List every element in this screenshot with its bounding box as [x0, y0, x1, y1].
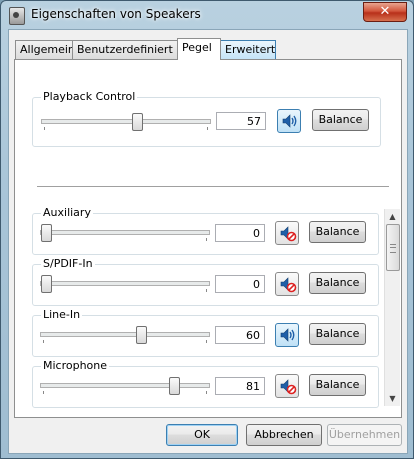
- scroll-thumb[interactable]: [386, 224, 400, 271]
- master-value[interactable]: 57: [216, 112, 266, 130]
- channel-mute-button[interactable]: [275, 221, 299, 245]
- title-bar[interactable]: Eigenschaften von Speakers ✕: [1, 1, 413, 29]
- channel-balance-button[interactable]: Balance: [309, 272, 366, 294]
- speaker-icon: [282, 114, 297, 128]
- channel-group: S/PDIF-In 0 Balance: [32, 257, 379, 306]
- master-slider[interactable]: [41, 113, 211, 131]
- channel-value[interactable]: 81: [215, 377, 265, 395]
- tab-allgemein[interactable]: Allgemein: [15, 40, 75, 59]
- channel-slider[interactable]: [40, 275, 210, 293]
- window-title: Eigenschaften von Speakers: [31, 7, 201, 21]
- channel-slider[interactable]: [40, 224, 210, 242]
- speaker-muted-icon: [280, 226, 297, 242]
- channel-group: Microphone 81 Balance: [32, 359, 379, 408]
- master-group: Playback Control 57 Balance: [32, 90, 381, 147]
- dialog-client: Allgemein Benutzerdefiniert Pegel Erweit…: [8, 29, 408, 454]
- channel-slider-thumb[interactable]: [41, 275, 52, 293]
- tab-pegel[interactable]: Pegel: [177, 38, 221, 60]
- channel-value[interactable]: 0: [215, 275, 265, 293]
- channel-value[interactable]: 0: [215, 224, 265, 242]
- ok-button[interactable]: OK: [166, 424, 238, 446]
- channel-label: Line-In: [41, 308, 83, 321]
- grip-icon: [390, 244, 396, 253]
- channel-mute-button[interactable]: [275, 323, 299, 347]
- close-button[interactable]: ✕: [363, 2, 407, 22]
- speaker-device-icon: [9, 7, 25, 25]
- apply-button[interactable]: Übernehmen: [327, 424, 402, 446]
- scroll-up-arrow-icon[interactable]: ▲: [385, 209, 400, 224]
- channel-slider[interactable]: [40, 377, 210, 395]
- speaker-muted-icon: [280, 379, 297, 395]
- channel-value[interactable]: 60: [215, 326, 265, 344]
- master-slider-thumb[interactable]: [132, 113, 144, 131]
- properties-window: Eigenschaften von Speakers ✕ Allgemein B…: [0, 0, 414, 459]
- channel-mute-button[interactable]: [275, 272, 299, 296]
- master-mute-button[interactable]: [277, 109, 301, 133]
- levels-panel: Playback Control 57 Balance Auxiliary 0 …: [14, 59, 402, 418]
- tab-benutzerdefiniert[interactable]: Benutzerdefiniert: [72, 40, 179, 59]
- channel-slider-thumb[interactable]: [168, 377, 180, 395]
- scrollbar[interactable]: ▲ ▼: [384, 209, 400, 406]
- separator: [37, 186, 389, 187]
- channel-slider-thumb[interactable]: [41, 224, 52, 242]
- channel-balance-button[interactable]: Balance: [309, 221, 366, 243]
- scroll-down-arrow-icon[interactable]: ▼: [385, 391, 400, 406]
- channel-group: Line-In 60 Balance: [32, 308, 379, 357]
- channel-mute-button[interactable]: [275, 374, 299, 398]
- cancel-button[interactable]: Abbrechen: [246, 424, 322, 446]
- speaker-icon: [280, 328, 295, 342]
- master-label: Playback Control: [41, 90, 138, 103]
- channel-label: S/PDIF-In: [41, 257, 95, 270]
- channel-slider-thumb[interactable]: [135, 326, 147, 344]
- channel-label: Auxiliary: [41, 206, 93, 219]
- channel-group: Auxiliary 0 Balance: [32, 206, 379, 255]
- tab-erweitert[interactable]: Erweitert: [220, 40, 276, 59]
- channel-label: Microphone: [41, 359, 110, 372]
- channel-balance-button[interactable]: Balance: [309, 323, 366, 345]
- master-balance-button[interactable]: Balance: [312, 109, 369, 131]
- channel-balance-button[interactable]: Balance: [309, 374, 366, 396]
- speaker-muted-icon: [280, 277, 297, 293]
- channel-slider[interactable]: [40, 326, 210, 344]
